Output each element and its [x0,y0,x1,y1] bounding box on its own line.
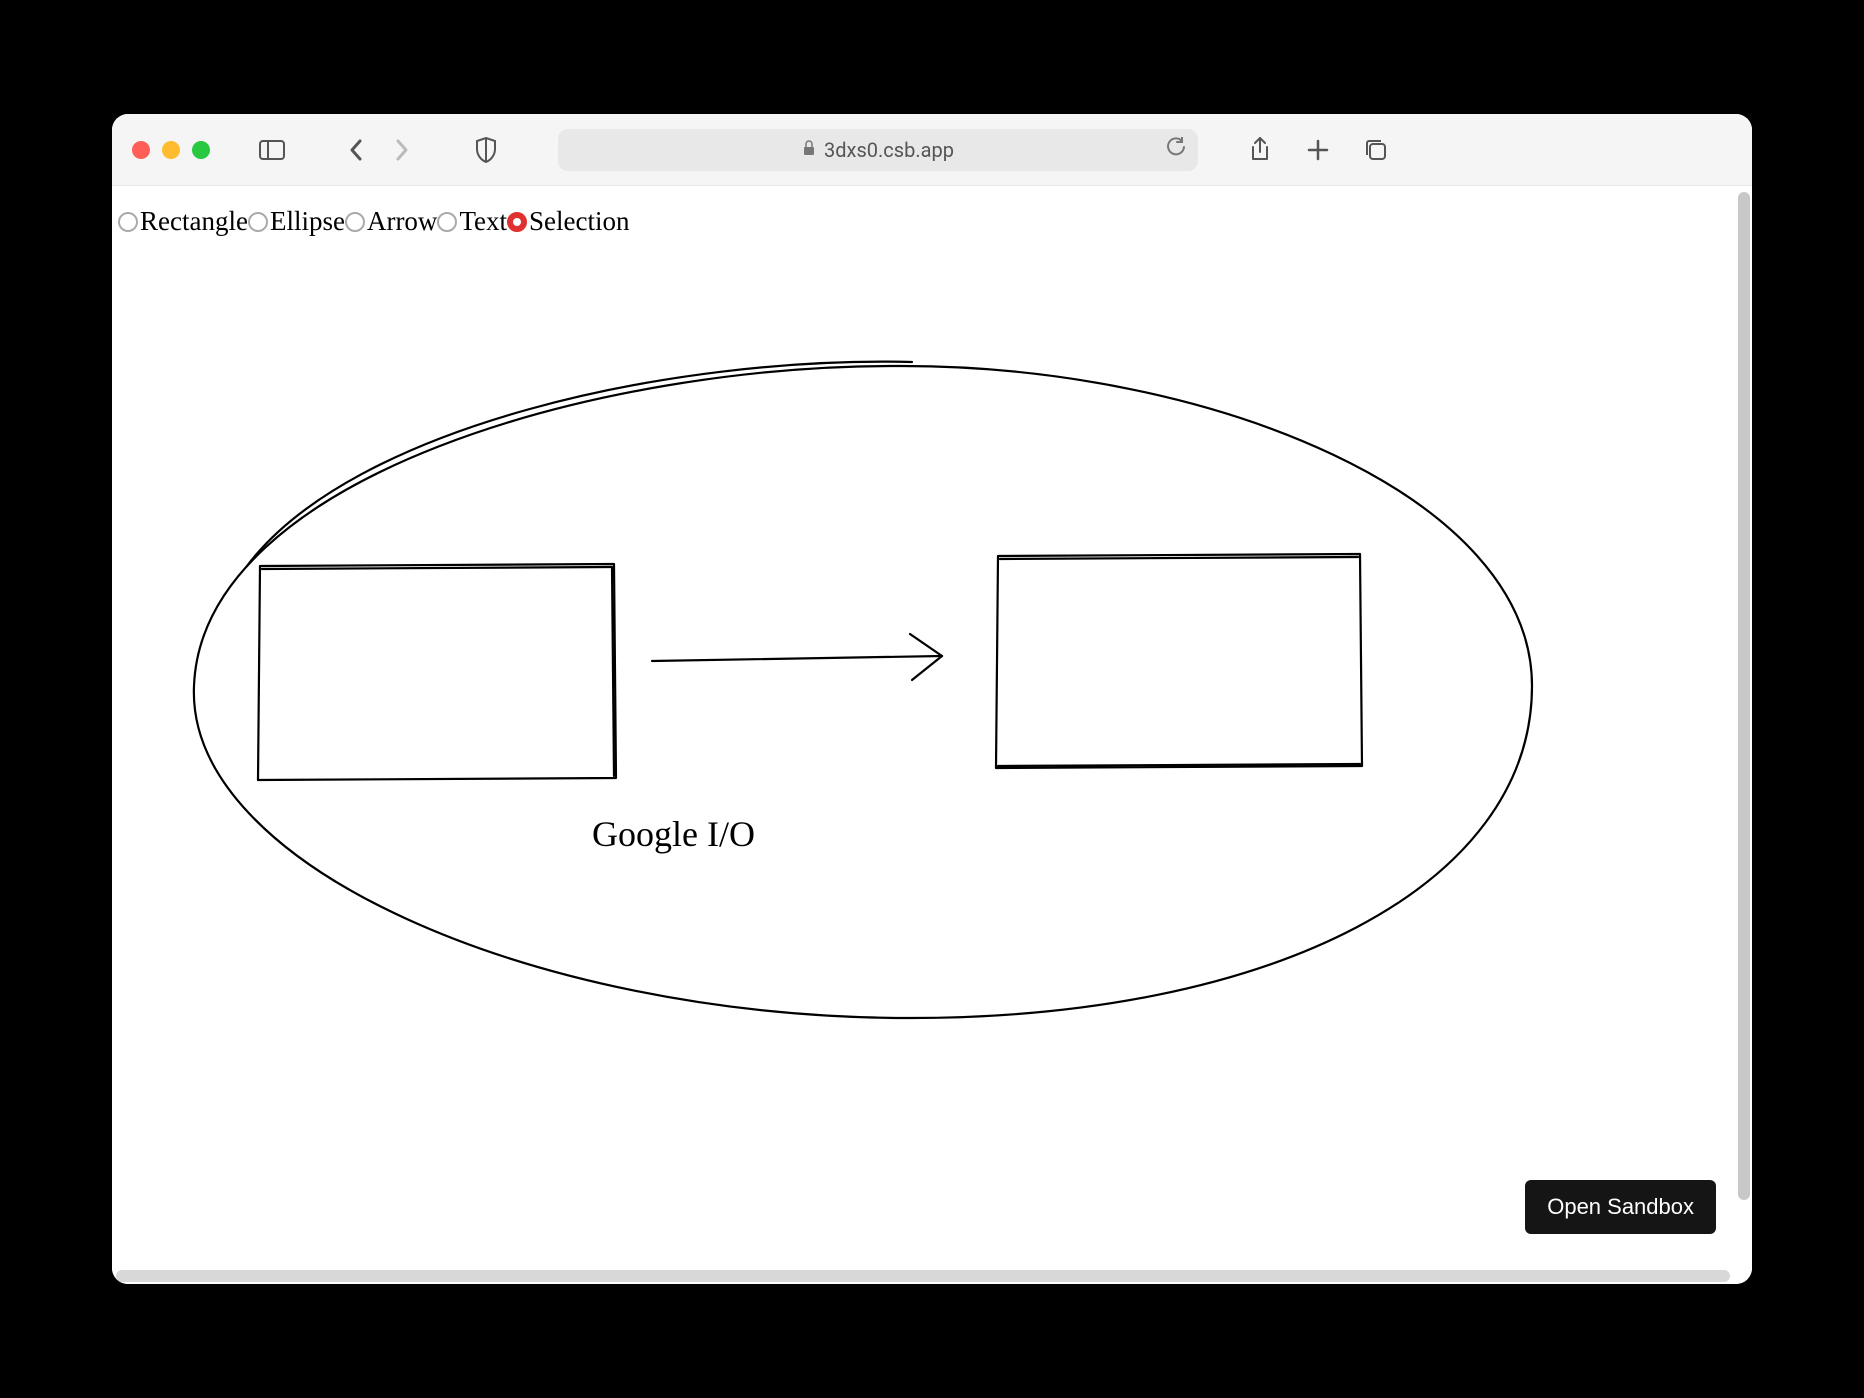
sidebar-toggle-icon[interactable] [258,136,286,164]
page-content: Rectangle Ellipse Arrow Text Selection [112,186,1752,1284]
shield-icon[interactable] [472,136,500,164]
traffic-lights [132,141,210,159]
open-sandbox-button[interactable]: Open Sandbox [1525,1180,1716,1234]
reload-icon[interactable] [1166,137,1186,162]
lock-icon [802,140,816,160]
vertical-scrollbar[interactable] [1738,192,1750,1200]
tabs-overview-icon[interactable] [1362,136,1390,164]
share-icon[interactable] [1246,136,1274,164]
browser-titlebar: 3dxs0.csb.app [112,114,1752,186]
forward-button-icon[interactable] [388,136,416,164]
url-text: 3dxs0.csb.app [824,138,954,162]
minimize-window-button[interactable] [162,141,180,159]
back-button-icon[interactable] [342,136,370,164]
titlebar-right-icons [1246,136,1390,164]
close-window-button[interactable] [132,141,150,159]
address-bar[interactable]: 3dxs0.csb.app [558,129,1198,171]
canvas-text-label[interactable]: Google I/O [592,814,755,854]
horizontal-scrollbar[interactable] [116,1270,1730,1282]
maximize-window-button[interactable] [192,141,210,159]
drawing-canvas[interactable]: Google I/O [112,186,1752,1284]
browser-window: 3dxs0.csb.app Rectangle E [112,114,1752,1284]
new-tab-icon[interactable] [1304,136,1332,164]
